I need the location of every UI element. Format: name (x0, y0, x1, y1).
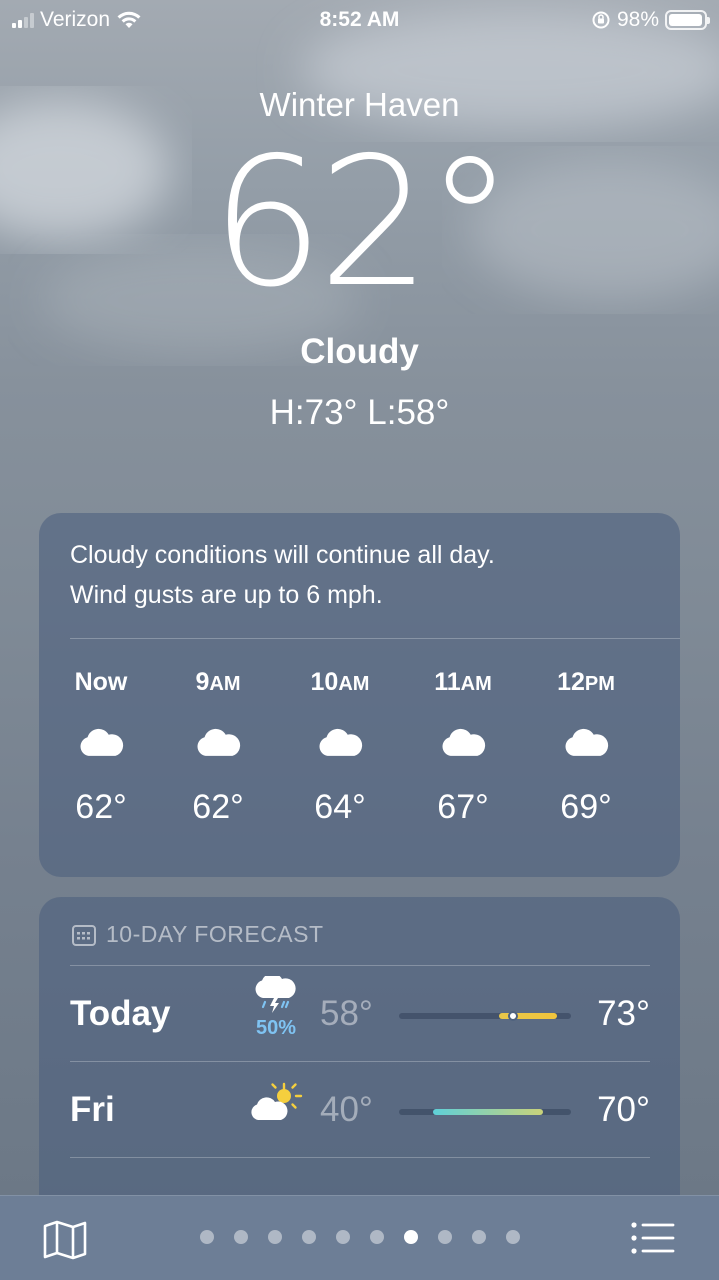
cloud-bolt-rain-icon: 50% (248, 973, 304, 1040)
low-temperature: 58° (320, 994, 373, 1033)
cloud-icon (536, 716, 636, 768)
page-dot[interactable] (471, 1230, 486, 1244)
forecast-row[interactable]: Fri 40° 70° (70, 1062, 650, 1158)
cloud-icon (51, 716, 151, 768)
cloud-icon (290, 716, 390, 768)
page-dot[interactable] (369, 1230, 384, 1244)
temperature-range-bar (399, 1109, 571, 1115)
calendar-icon (72, 924, 96, 946)
city-list-button[interactable] (631, 1222, 675, 1259)
page-dot[interactable] (199, 1230, 214, 1244)
hourly-forecast-card[interactable]: Cloudy conditions will continue all day.… (39, 513, 680, 877)
high-low: H:73° L:58° (269, 393, 450, 432)
hour-item: 10AM 64° (290, 668, 390, 827)
hour-label: 9AM (195, 668, 241, 696)
hour-temperature: 67° (437, 788, 489, 826)
hour-item: 12PM 69° (536, 668, 636, 827)
hour-temperature: 62° (192, 788, 244, 826)
hour-label: 12PM (557, 668, 615, 696)
cloud-icon (413, 716, 513, 768)
temperature-range-bar (399, 1011, 571, 1021)
summary-line: Wind gusts are up to 6 mph. (70, 581, 383, 609)
hour-temperature: 62° (75, 788, 127, 826)
forecast-row[interactable]: Today 50% 58° 73° (70, 966, 650, 1062)
hour-temperature: 69° (560, 788, 612, 826)
ten-day-forecast-card[interactable]: 10-DAY FORECAST Today 50% 58° 73° Fri 40° 70° (39, 897, 680, 1217)
page-dot[interactable] (403, 1230, 418, 1244)
battery-icon (665, 10, 710, 30)
summary-line: Cloudy conditions will continue all day. (70, 541, 495, 569)
orientation-lock-icon (592, 11, 610, 29)
page-dot[interactable] (505, 1230, 520, 1244)
day-name: Fri (70, 1090, 115, 1129)
divider (70, 638, 680, 639)
page-dot[interactable] (301, 1230, 316, 1244)
hourly-summary: Cloudy conditions will continue all day.… (70, 535, 660, 615)
hour-suffix: AM (460, 673, 492, 695)
hour-item: 9AM 62° (168, 668, 268, 827)
status-right: 98% (591, 8, 710, 32)
page-dot[interactable] (233, 1230, 248, 1244)
hour-temperature: 64° (314, 788, 366, 826)
hour-label: 10AM (310, 668, 370, 696)
current-temperature: 62° (210, 119, 515, 326)
hour-item: 11AM 67° (413, 668, 513, 827)
partly-sunny-icon (248, 1080, 304, 1129)
page-dot[interactable] (437, 1230, 452, 1244)
hour-suffix: PM (584, 673, 615, 695)
battery-percent: 98% (616, 8, 659, 31)
low-temperature: 40° (320, 1090, 373, 1129)
high-temperature: 73° (597, 994, 650, 1033)
high-temperature: 70° (597, 1090, 650, 1129)
day-name: Today (70, 994, 171, 1033)
page-indicator[interactable] (0, 1230, 719, 1244)
page-dot[interactable] (335, 1230, 350, 1244)
cloud-icon (168, 716, 268, 768)
precip-chance: 50% (255, 1017, 297, 1039)
hour-label: 11AM (434, 668, 492, 696)
temperature-range-fill (433, 1109, 544, 1115)
forecast-title: 10-DAY FORECAST (106, 921, 324, 947)
bottom-toolbar (0, 1195, 719, 1280)
list-icon (631, 1222, 675, 1254)
status-bar: Verizon 8:52 AM 98% (0, 0, 719, 40)
forecast-header: 10-DAY FORECAST (72, 921, 324, 948)
hour-item: Now 62° (51, 668, 151, 827)
divider (70, 1157, 650, 1158)
current-temp-marker (507, 1011, 518, 1021)
hour-suffix: AM (209, 673, 241, 695)
hour-suffix: AM (338, 673, 370, 695)
hour-label: Now (74, 668, 128, 696)
page-dot[interactable] (267, 1230, 282, 1244)
current-condition: Cloudy (300, 332, 419, 371)
